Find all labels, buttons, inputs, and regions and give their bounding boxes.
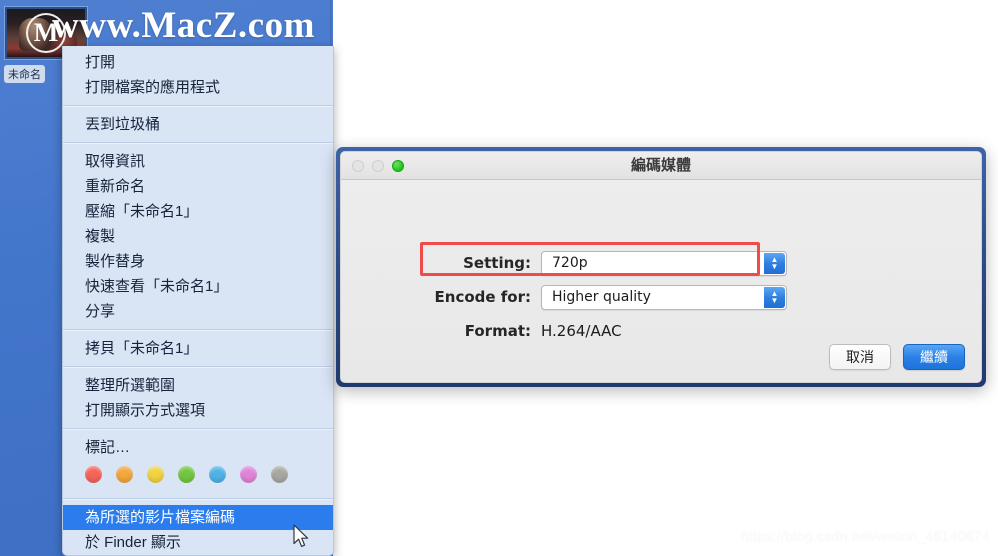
field-label: Format: <box>464 322 531 340</box>
form-row: Format: H.264/AAC <box>341 314 981 348</box>
tag-yellow-dot[interactable] <box>147 466 164 483</box>
menu-item[interactable]: 於 Finder 顯示 <box>63 530 333 555</box>
menu-item[interactable]: 打開 <box>63 50 333 75</box>
desktop-root: M 未命名 www.MacZ.com 打開 打開檔案的應用程式 丟到垃圾桶 取得資訊重… <box>0 0 998 556</box>
dialog-button-bar: 取消 繼續 <box>829 344 965 370</box>
tag-red-dot[interactable] <box>85 466 102 483</box>
finder-context-menu[interactable]: 打開 打開檔案的應用程式 丟到垃圾桶取得資訊 重新命名 壓縮「未命名1」 複製 製作替身 快速… <box>62 46 334 556</box>
form-row: Encode for: Higher quality ▲ ▼ <box>341 280 981 314</box>
menu-item[interactable]: 取得資訊 <box>63 149 333 174</box>
encode-settings-form: Setting: 720p ▲ ▼ Encode for: Higher quality ▲… <box>341 246 981 348</box>
tag-orange-dot[interactable] <box>116 466 133 483</box>
menu-item[interactable]: 為所選的影片檔案編碼 <box>63 505 333 530</box>
dialog-title: 編碼媒體 <box>630 156 691 174</box>
csdn-blog-watermark: https://blog.csdn.net/weixin_48140874 <box>740 528 990 544</box>
dialog-titlebar[interactable]: 編碼媒體 <box>341 152 981 180</box>
field-label: Encode for: <box>434 288 531 306</box>
tag-color-row[interactable] <box>63 460 333 493</box>
popup-value: 720p <box>552 255 588 271</box>
tag-green-dot[interactable] <box>178 466 195 483</box>
menu-separator <box>63 105 333 107</box>
menu-item[interactable]: 製作替身 <box>63 249 333 274</box>
menu-item[interactable]: 拷貝「未命名1」 <box>63 336 333 361</box>
menu-separator <box>63 366 333 368</box>
file-name-label: 未命名 <box>4 65 45 83</box>
encode-media-dialog[interactable]: 編碼媒體 Setting: 720p ▲ ▼ Encode for: Higher qua… <box>340 151 982 383</box>
form-row: Setting: 720p ▲ ▼ <box>341 246 981 280</box>
field-label: Setting: <box>463 254 531 272</box>
menu-separator <box>63 498 333 500</box>
play-overlay-icon: M <box>26 13 66 53</box>
tag-gray-dot[interactable] <box>271 466 288 483</box>
menu-item[interactable]: 複製 <box>63 224 333 249</box>
menu-item[interactable]: 丟到垃圾桶 <box>63 112 333 137</box>
menu-item[interactable]: 打開檔案的應用程式 <box>63 75 333 100</box>
menu-item[interactable]: 標記… <box>63 435 333 460</box>
menu-separator <box>63 329 333 331</box>
menu-item[interactable]: 重新命名 <box>63 174 333 199</box>
encode-media-window-frame: 編碼媒體 Setting: 720p ▲ ▼ Encode for: Higher qua… <box>336 147 986 387</box>
maczm-logo-glyph: M <box>33 18 59 47</box>
tag-purple-dot[interactable] <box>240 466 257 483</box>
chevron-updown-icon[interactable]: ▲ ▼ <box>764 252 785 274</box>
cancel-button[interactable]: 取消 <box>829 344 891 370</box>
menu-item[interactable]: 打開顯示方式選項 <box>63 398 333 423</box>
popup-value: Higher quality <box>552 289 651 305</box>
static-field-value: H.264/AAC <box>541 322 622 340</box>
menu-item[interactable]: 壓縮「未命名1」 <box>63 199 333 224</box>
menu-separator <box>63 142 333 144</box>
menu-item[interactable]: 分享 <box>63 299 333 324</box>
popup-button[interactable]: Higher quality ▲ ▼ <box>541 284 787 310</box>
chevron-updown-icon[interactable]: ▲ ▼ <box>764 286 785 308</box>
popup-button[interactable]: 720p ▲ ▼ <box>541 250 787 276</box>
menu-separator <box>63 428 333 430</box>
tag-blue-dot[interactable] <box>209 466 226 483</box>
continue-button[interactable]: 繼續 <box>903 344 965 370</box>
dialog-body: Setting: 720p ▲ ▼ Encode for: Higher quality ▲… <box>341 180 981 382</box>
menu-item[interactable]: 快速查看「未命名1」 <box>63 274 333 299</box>
menu-item[interactable]: 整理所選範圍 <box>63 373 333 398</box>
